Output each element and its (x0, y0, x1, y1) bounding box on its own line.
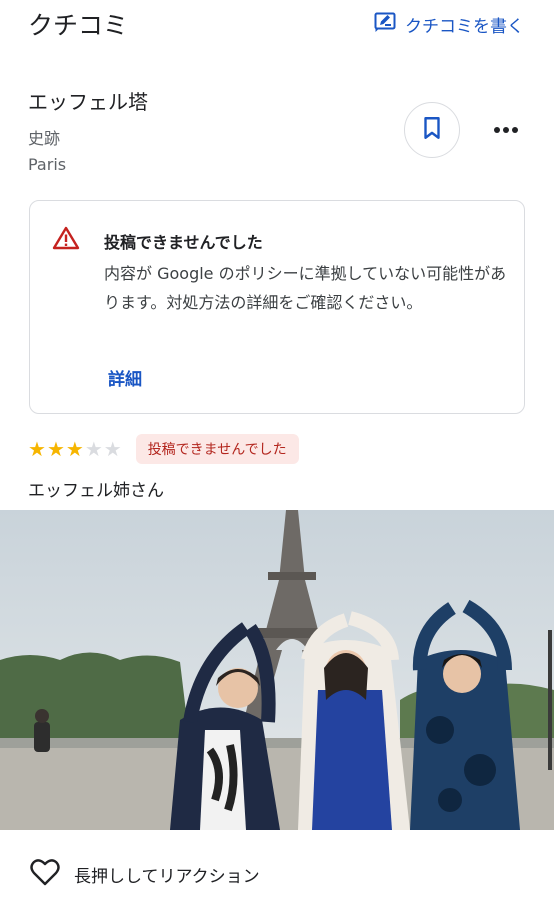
reviewer-name: エッフェル姉さん (28, 481, 164, 501)
star-filled-icon: ★ (46, 437, 65, 461)
post-failed-card: 投稿できませんでした 内容が Google のポリシーに準拠していない可能性があ… (29, 200, 525, 414)
rating-row: ★ ★ ★ ★ ★ 投稿できませんでした (28, 434, 299, 464)
bookmark-icon (419, 115, 445, 145)
place-name: エッフェル塔 (28, 90, 148, 114)
edit-review-icon (373, 10, 397, 39)
page-title: クチコミ (28, 11, 129, 40)
reaction-button[interactable]: 長押ししてリアクション (30, 858, 260, 890)
star-empty-icon: ★ (84, 437, 103, 461)
header: クチコミ クチコミを書く (0, 0, 554, 50)
reaction-label: 長押ししてリアクション (74, 866, 260, 887)
place-type: 史跡 (28, 129, 61, 148)
save-button[interactable] (404, 102, 460, 158)
more-horizontal-icon (493, 119, 519, 138)
star-filled-icon: ★ (65, 437, 84, 461)
heart-outline-icon (30, 858, 60, 890)
write-review-label: クチコミを書く (405, 16, 524, 37)
review-photo[interactable] (0, 510, 554, 830)
more-options-button[interactable] (488, 114, 524, 142)
write-review-button[interactable]: クチコミを書く (373, 10, 524, 38)
warning-title: 投稿できませんでした (104, 233, 263, 252)
status-badge: 投稿できませんでした (135, 434, 299, 464)
place-info: エッフェル塔 史跡 Paris (28, 86, 148, 174)
place-city: Paris (28, 155, 67, 174)
warning-triangle-icon (52, 225, 80, 251)
details-link[interactable]: 詳細 (108, 365, 142, 390)
warning-message: 内容が Google のポリシーに準拠していない可能性があります。対処方法の詳細… (104, 264, 507, 312)
star-empty-icon: ★ (103, 437, 122, 461)
star-rating: ★ ★ ★ ★ ★ (28, 439, 122, 459)
star-filled-icon: ★ (28, 437, 46, 461)
